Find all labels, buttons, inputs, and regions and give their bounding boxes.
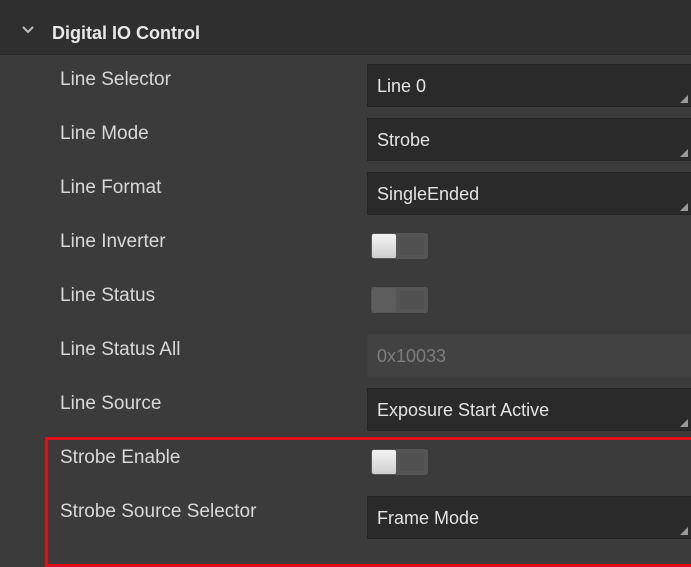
line-inverter-label: Line Inverter <box>60 231 166 252</box>
dropdown-corner-icon <box>680 203 688 211</box>
dropdown-corner-icon <box>680 95 688 103</box>
toggle-knob <box>372 450 396 474</box>
row-line-source: Line Source Exposure Start Active <box>0 378 691 432</box>
line-status-label: Line Status <box>60 285 156 306</box>
dropdown-corner-icon <box>680 419 688 427</box>
toggle-knob <box>372 234 396 258</box>
toggle-knob <box>372 288 396 312</box>
toggle-track <box>400 291 424 309</box>
toggle-track <box>400 453 424 471</box>
line-format-dropdown[interactable]: SingleEnded <box>367 172 691 215</box>
row-strobe-enable: Strobe Enable <box>0 432 691 486</box>
row-line-status-all: Line Status All 0x10033 <box>0 324 691 378</box>
dropdown-corner-icon <box>680 149 688 157</box>
line-format-value: SingleEnded <box>377 184 480 204</box>
line-mode-value: Strobe <box>377 130 431 150</box>
dropdown-corner-icon <box>680 527 688 535</box>
strobe-source-selector-label: Strobe Source Selector <box>60 501 257 522</box>
line-status-all-field: 0x10033 <box>367 334 691 377</box>
strobe-enable-label: Strobe Enable <box>60 447 181 468</box>
strobe-source-selector-dropdown[interactable]: Frame Mode <box>367 496 691 539</box>
chevron-down-icon[interactable] <box>22 26 34 34</box>
line-status-all-label: Line Status All <box>60 339 181 360</box>
line-source-dropdown[interactable]: Exposure Start Active <box>367 388 691 431</box>
line-selector-dropdown[interactable]: Line 0 <box>367 64 691 107</box>
row-line-selector: Line Selector Line 0 <box>0 54 691 108</box>
line-status-all-value: 0x10033 <box>377 346 447 366</box>
line-selector-label: Line Selector <box>60 69 171 90</box>
line-selector-value: Line 0 <box>377 76 427 96</box>
row-strobe-source-selector: Strobe Source Selector Frame Mode <box>0 486 691 540</box>
section-title: Digital IO Control <box>52 23 200 43</box>
line-inverter-toggle[interactable] <box>371 233 428 259</box>
line-mode-dropdown[interactable]: Strobe <box>367 118 691 161</box>
line-format-label: Line Format <box>60 177 162 198</box>
section-header[interactable]: Digital IO Control <box>0 0 691 55</box>
line-mode-label: Line Mode <box>60 123 149 144</box>
line-source-label: Line Source <box>60 393 162 414</box>
line-status-toggle <box>371 287 428 313</box>
row-line-format: Line Format SingleEnded <box>0 162 691 216</box>
line-source-value: Exposure Start Active <box>377 400 550 420</box>
row-line-mode: Line Mode Strobe <box>0 108 691 162</box>
row-line-status: Line Status <box>0 270 691 324</box>
row-line-inverter: Line Inverter <box>0 216 691 270</box>
toggle-track <box>400 237 424 255</box>
strobe-source-selector-value: Frame Mode <box>377 508 480 528</box>
strobe-enable-toggle[interactable] <box>371 449 428 475</box>
